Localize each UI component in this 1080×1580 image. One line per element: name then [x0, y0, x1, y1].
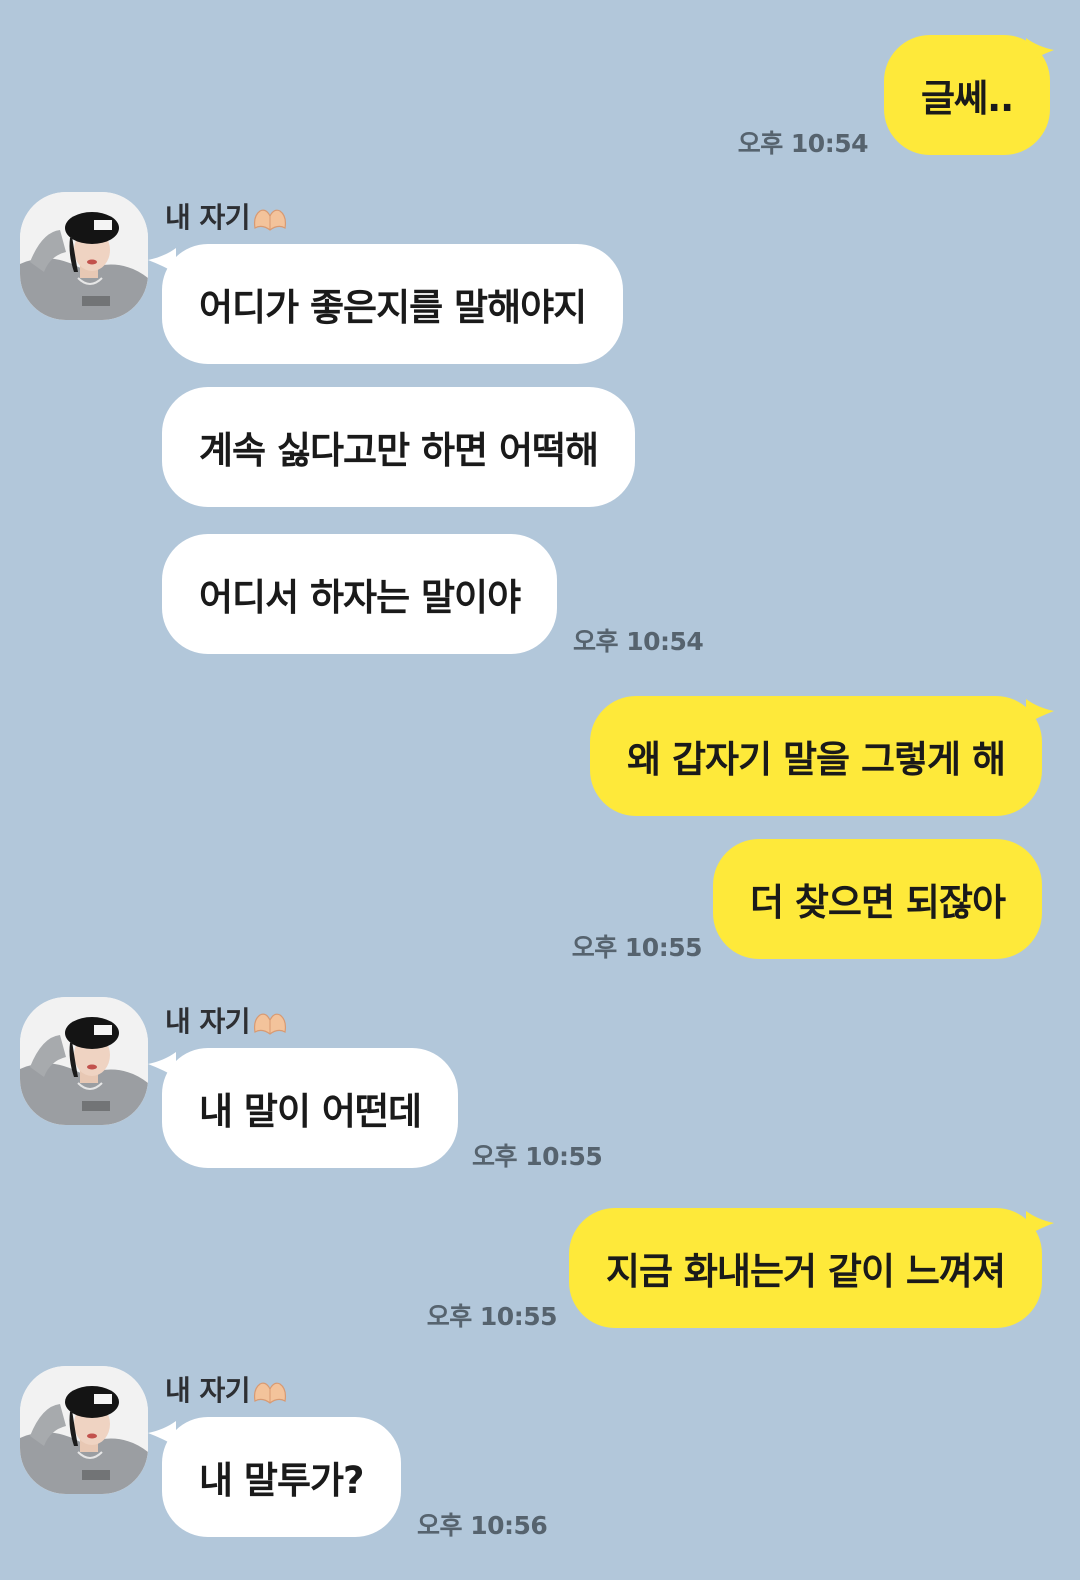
message-bubble-outgoing[interactable]: 왜 갑자기 말을 그렇게 해 — [590, 696, 1042, 816]
contact-avatar[interactable] — [20, 1366, 148, 1494]
profile-photo-icon — [20, 192, 148, 320]
message-time: 오후 10:56 — [417, 1511, 548, 1540]
message-text: 어디서 하자는 말이야 — [199, 576, 521, 619]
contact-avatar[interactable] — [20, 192, 148, 320]
heart-hands-icon — [252, 206, 288, 232]
message-text: 더 찾으면 되잖아 — [749, 881, 1006, 924]
message-time: 오후 10:55 — [472, 1142, 603, 1171]
message-text: 계속 싫다고만 하면 어떡해 — [199, 429, 599, 472]
message-text: 지금 화내는거 같이 느껴져 — [605, 1250, 1006, 1293]
profile-photo-icon — [20, 1366, 148, 1494]
heart-hands-icon — [252, 1379, 288, 1405]
message-bubble-incoming[interactable]: 어디서 하자는 말이야 — [162, 534, 558, 654]
bubble-tail-icon — [1026, 36, 1056, 66]
message-text: 어디가 좋은지를 말해야지 — [199, 286, 587, 329]
message-bubble-incoming[interactable]: 어디가 좋은지를 말해야지 — [162, 244, 624, 364]
contact-avatar[interactable] — [20, 997, 148, 1125]
message-bubble-incoming[interactable]: 내 말투가? — [162, 1417, 401, 1537]
message-text: 왜 갑자기 말을 그렇게 해 — [627, 738, 1006, 781]
profile-photo-icon — [20, 997, 148, 1125]
sender-name: 내 자기 — [165, 196, 288, 236]
message-bubble-incoming[interactable]: 내 말이 어떤데 — [162, 1048, 459, 1168]
message-text: 내 말투가? — [199, 1459, 365, 1502]
message-time: 오후 10:54 — [573, 627, 704, 656]
bubble-tail-icon — [1026, 1209, 1056, 1239]
bubble-tail-icon — [1026, 697, 1056, 727]
message-text: 글쎄.. — [921, 77, 1014, 120]
message-time: 오후 10:55 — [571, 933, 703, 962]
sender-name: 내 자기 — [165, 1369, 288, 1409]
message-time: 오후 10:54 — [737, 129, 869, 158]
sender-name: 내 자기 — [165, 1000, 288, 1040]
message-text: 내 말이 어떤데 — [199, 1090, 422, 1133]
message-bubble-incoming[interactable]: 계속 싫다고만 하면 어떡해 — [162, 387, 636, 507]
heart-hands-icon — [252, 1010, 288, 1036]
message-bubble-outgoing[interactable]: 지금 화내는거 같이 느껴져 — [568, 1208, 1042, 1328]
message-time: 오후 10:55 — [426, 1302, 558, 1331]
message-bubble-outgoing[interactable]: 더 찾으면 되잖아 — [712, 839, 1042, 959]
